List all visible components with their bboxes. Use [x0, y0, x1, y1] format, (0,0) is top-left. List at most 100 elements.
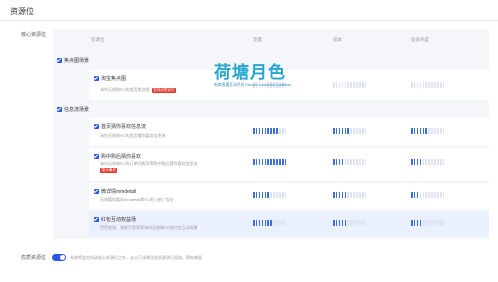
- cost-bars: [333, 159, 367, 165]
- level-bar: [411, 220, 413, 226]
- level-bar: [356, 128, 358, 134]
- level-bar: [344, 192, 347, 198]
- traffic-bars: [253, 159, 287, 165]
- level-bar: [356, 159, 358, 165]
- traffic-bars: [253, 128, 287, 134]
- level-bar: [431, 159, 433, 165]
- level-bar: [356, 220, 358, 226]
- level-bar: [431, 82, 433, 88]
- level-bar: [341, 82, 344, 88]
- level-bar: [273, 192, 275, 198]
- level-bar: [341, 159, 344, 165]
- level-bar: [347, 192, 350, 198]
- level-bar: [413, 159, 416, 165]
- level-bar: [431, 192, 433, 198]
- level-bar: [347, 82, 350, 88]
- group-feed-header[interactable]: 信息流场景: [57, 106, 89, 113]
- level-bar: [264, 128, 267, 134]
- level-bar: [356, 82, 358, 88]
- level-bar: [353, 82, 355, 88]
- level-bar: [361, 192, 364, 198]
- level-bar: [442, 192, 445, 198]
- level-bar: [428, 128, 430, 134]
- level-bar: [284, 220, 287, 226]
- level-bar: [333, 159, 335, 165]
- resource-panel: 资源位 流量 成本 竞争热度 焦点图场景 淘宝焦点图 淘内无线和PC的首页焦点图…: [53, 29, 489, 239]
- level-bar: [270, 159, 272, 165]
- row-checkbox[interactable]: [94, 76, 99, 81]
- level-bar: [442, 128, 445, 134]
- toggle-knob: [60, 255, 66, 260]
- level-bar: [344, 220, 347, 226]
- level-bar: [261, 128, 264, 134]
- level-bar: [253, 128, 255, 134]
- table-row[interactable]: 购中购后猜你喜欢 淘内无线和PC的订单列表页等购中购后猜你喜欢信息流 强大曝光: [89, 148, 489, 181]
- level-bar: [416, 159, 419, 165]
- level-bar: [338, 192, 341, 198]
- level-bar: [350, 128, 352, 134]
- level-bar: [344, 82, 347, 88]
- level-bar: [273, 128, 275, 134]
- level-bar: [270, 220, 272, 226]
- level-bar: [425, 82, 428, 88]
- group-focus-checkbox[interactable]: [57, 58, 62, 63]
- level-bar: [333, 220, 335, 226]
- level-bar: [359, 82, 361, 88]
- premium-toggle[interactable]: [52, 254, 67, 261]
- row-checkbox[interactable]: [94, 154, 99, 159]
- traffic-bars: [253, 192, 287, 198]
- level-bar: [359, 128, 361, 134]
- level-bar: [264, 220, 267, 226]
- level-bar: [356, 192, 358, 198]
- level-bar: [434, 128, 436, 134]
- level-bar: [338, 82, 341, 88]
- level-bar: [413, 192, 416, 198]
- level-bar: [273, 220, 275, 226]
- row-checkbox[interactable]: [94, 124, 99, 129]
- competition-bars: [411, 128, 445, 134]
- table-row[interactable]: 首页猜你喜欢信息流 淘内无线和PC的首页猜你喜欢信息流: [89, 118, 489, 146]
- level-bar: [422, 82, 425, 88]
- row-checkbox[interactable]: [94, 189, 99, 194]
- level-bar: [258, 159, 261, 165]
- level-bar: [434, 220, 436, 226]
- level-bar: [361, 220, 364, 226]
- level-bar: [255, 128, 258, 134]
- level-bar: [279, 220, 281, 226]
- table-header: 资源位 流量 成本 竞争热度: [53, 29, 489, 49]
- level-bar: [258, 220, 261, 226]
- group-focus-header[interactable]: 焦点图场景: [57, 57, 89, 64]
- level-bar: [428, 82, 430, 88]
- row-checkbox[interactable]: [94, 217, 99, 222]
- level-bar: [253, 159, 255, 165]
- level-bar: [350, 159, 352, 165]
- level-bar: [267, 192, 270, 198]
- level-bar: [264, 159, 267, 165]
- level-bar: [353, 159, 355, 165]
- watermark-logo: 荷塘月色 电商直通互动平台 Electric connected platfor…: [214, 64, 291, 88]
- level-bar: [411, 128, 413, 134]
- level-bar: [434, 82, 436, 88]
- level-bar: [353, 220, 355, 226]
- level-bar: [439, 82, 442, 88]
- level-bar: [442, 82, 445, 88]
- level-bar: [264, 192, 267, 198]
- level-bar: [439, 128, 442, 134]
- level-bar: [261, 220, 264, 226]
- level-bar: [347, 128, 350, 134]
- table-row[interactable]: 红包互动权益场 芭芭农场、淘金币签到等淘内无线和PC的红包互动场景: [89, 211, 489, 237]
- level-bar: [253, 220, 255, 226]
- level-bar: [425, 159, 428, 165]
- level-bar: [364, 159, 367, 165]
- level-bar: [335, 128, 338, 134]
- level-bar: [267, 220, 270, 226]
- row-desc: 淘内无线和PC的订单列表页等购中购后猜你喜欢信息流: [100, 161, 198, 166]
- header-competition: 竞争热度: [411, 37, 429, 42]
- level-bar: [416, 192, 419, 198]
- level-bar: [419, 220, 422, 226]
- header-cost: 成本: [333, 37, 342, 42]
- level-bar: [353, 192, 355, 198]
- table-row[interactable]: 微详情mmdetail 无线猜你喜欢mmdetail和PC的上新广告位: [89, 183, 489, 209]
- row-name: 首页猜你喜欢信息流: [101, 124, 147, 130]
- group-feed-checkbox[interactable]: [57, 107, 62, 112]
